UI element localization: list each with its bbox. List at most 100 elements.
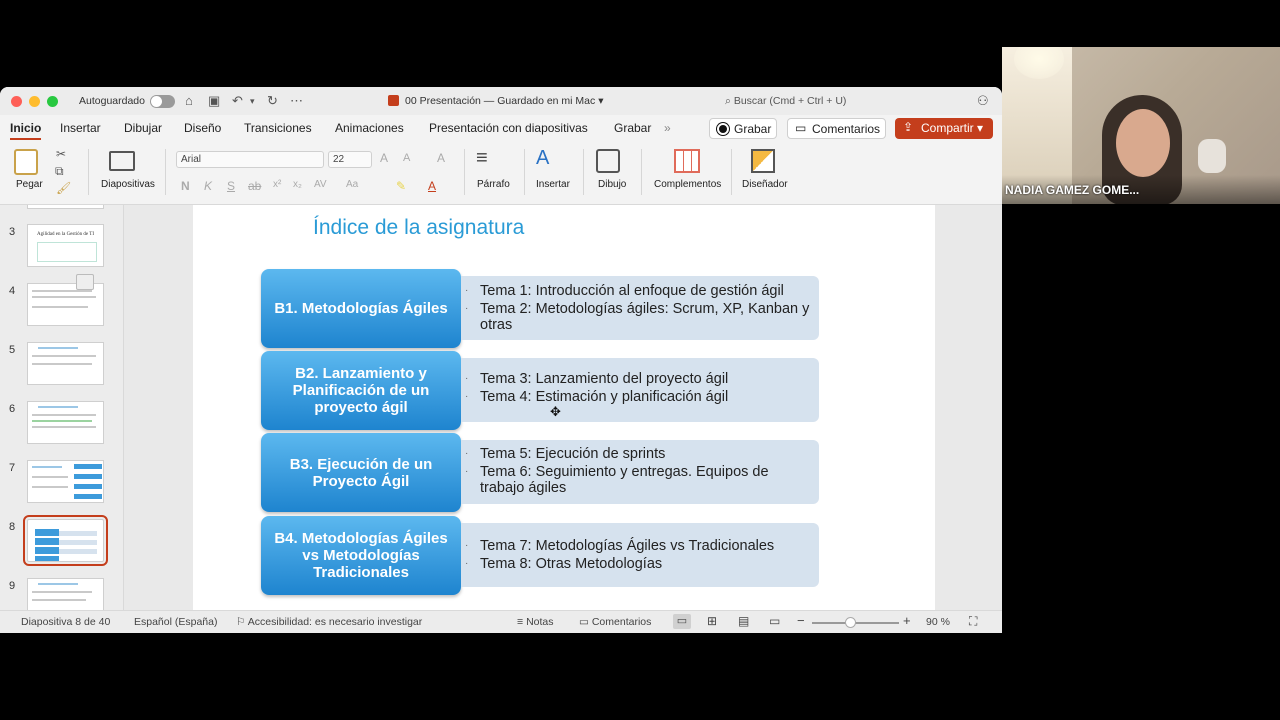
tab-presentacion[interactable]: Presentación con diapositivas xyxy=(429,121,588,135)
close-window-button[interactable] xyxy=(11,96,22,107)
zoom-window-button[interactable] xyxy=(47,96,58,107)
slide-thumbnail-7[interactable] xyxy=(27,460,104,503)
font-size-select[interactable]: 22 xyxy=(328,151,372,168)
block-b2[interactable]: B2. Lanzamiento y Planificación de un pr… xyxy=(261,351,461,430)
addins-label: Complementos xyxy=(654,179,722,190)
undo-icon[interactable]: ↶ xyxy=(232,93,243,109)
char-spacing-icon[interactable]: AV xyxy=(314,179,327,190)
redo-icon[interactable]: ↻ xyxy=(267,93,278,109)
copy-icon[interactable]: ⧉ xyxy=(55,164,64,179)
block-b1[interactable]: B1. Metodologías Ágiles xyxy=(261,269,461,348)
status-comments-button[interactable]: ▭ Comentarios xyxy=(579,616,651,628)
underline-icon[interactable]: S xyxy=(227,179,235,193)
block-b4-topics[interactable]: Tema 7: Metodologías Ágiles vs Tradicion… xyxy=(461,523,819,587)
comments-button[interactable]: ▭ Comentarios xyxy=(787,118,886,139)
more-tabs-icon[interactable]: » xyxy=(664,121,671,135)
slide-thumbnail-4[interactable] xyxy=(27,274,104,326)
home-icon[interactable]: ⌂ xyxy=(185,93,193,108)
account-icon[interactable]: ⚇ xyxy=(977,93,989,109)
share-label: Compartir xyxy=(921,121,974,135)
tab-inicio[interactable]: Inicio xyxy=(10,121,42,140)
minimize-window-button[interactable] xyxy=(29,96,40,107)
paragraph-icon[interactable]: ≡ xyxy=(476,147,488,170)
block-b4[interactable]: B4. Metodologías Ágiles vs Metodologías … xyxy=(261,516,461,595)
accessibility-status[interactable]: ⚐ Accesibilidad: es necesario investigar xyxy=(236,616,422,628)
sorter-view-icon[interactable]: ⊞ xyxy=(707,614,717,628)
tab-animaciones[interactable]: Animaciones xyxy=(335,121,404,135)
notes-icon: ≡ xyxy=(517,616,524,628)
paste-icon[interactable] xyxy=(14,149,38,175)
zoom-out-icon[interactable]: − xyxy=(797,613,805,628)
slide-thumbnails-pane[interactable]: 3 Agilidad en la Gestión de TI 4 5 6 7 8… xyxy=(0,205,124,610)
share-button[interactable]: ⇪ Compartir ▾ xyxy=(895,118,993,139)
person-hand xyxy=(1198,139,1226,173)
subscript-icon[interactable]: x₂ xyxy=(293,179,302,190)
block-b2-topics[interactable]: Tema 3: Lanzamiento del proyecto ágil Te… xyxy=(461,358,819,422)
clipboard-icon[interactable] xyxy=(76,274,94,290)
slide-thumbnail-5[interactable] xyxy=(27,342,104,385)
slide-canvas[interactable]: Índice de la asignatura B1. Metodologías… xyxy=(124,205,1002,610)
current-slide[interactable]: Índice de la asignatura B1. Metodologías… xyxy=(193,205,935,610)
highlight-icon[interactable]: ✎ xyxy=(396,179,406,193)
slide-thumbnail-8-selected[interactable] xyxy=(23,515,108,566)
mouse-cursor-icon: ✥ xyxy=(550,404,561,419)
fit-to-window-icon[interactable]: ⛶ xyxy=(969,614,977,629)
save-icon[interactable]: ▣ xyxy=(208,93,220,109)
tab-dibujar[interactable]: Dibujar xyxy=(124,121,162,135)
normal-view-icon[interactable]: ▭ xyxy=(673,614,691,629)
block-b3[interactable]: B3. Ejecución de un Proyecto Ágil xyxy=(261,433,461,512)
strikethrough-icon[interactable]: ab xyxy=(248,179,261,193)
increase-font-icon[interactable]: A xyxy=(380,151,388,165)
addins-icon[interactable] xyxy=(674,149,700,173)
italic-icon[interactable]: K xyxy=(204,179,212,193)
topic-item: Tema 6: Seguimiento y entregas. Equipos … xyxy=(465,464,815,496)
font-family-select[interactable]: Arial xyxy=(176,151,324,168)
tab-grabar[interactable]: Grabar xyxy=(614,121,651,135)
superscript-icon[interactable]: x² xyxy=(273,179,281,190)
tab-insertar[interactable]: Insertar xyxy=(60,121,101,135)
search-box[interactable]: ⌕ Buscar (Cmd + Ctrl + U) xyxy=(725,95,846,108)
thumb-number: 6 xyxy=(9,403,16,415)
decrease-font-icon[interactable]: A xyxy=(403,152,410,164)
insert-textbox-icon[interactable]: A xyxy=(536,147,549,170)
change-case-icon[interactable]: Aa xyxy=(346,179,358,190)
thumb-number: 3 xyxy=(9,226,16,238)
zoom-slider-thumb[interactable] xyxy=(845,617,856,628)
block-b3-topics[interactable]: Tema 5: Ejecución de sprints Tema 6: Seg… xyxy=(461,440,819,504)
topic-item: Tema 2: Metodologías ágiles: Scrum, XP, … xyxy=(465,301,815,333)
accessibility-label: Accesibilidad: es necesario investigar xyxy=(247,616,423,628)
slide-thumbnail-9[interactable] xyxy=(27,578,104,610)
designer-icon[interactable] xyxy=(751,149,775,173)
zoom-in-icon[interactable]: + xyxy=(903,613,911,628)
more-icon[interactable]: ⋯ xyxy=(290,93,303,109)
language-status[interactable]: Español (España) xyxy=(134,616,217,628)
ribbon-tabs: Inicio Insertar Dibujar Diseño Transicio… xyxy=(0,115,1002,143)
status-bar: Diapositiva 8 de 40 Español (España) ⚐ A… xyxy=(0,610,1002,633)
document-title[interactable]: 00 Presentación — Guardado en mi Mac ▾ xyxy=(388,95,603,107)
record-button[interactable]: Grabar xyxy=(709,118,777,139)
notes-button[interactable]: ≡ Notas xyxy=(517,616,554,628)
slide-thumbnail-6[interactable] xyxy=(27,401,104,444)
bold-icon[interactable]: N xyxy=(181,179,190,193)
block-b1-topics[interactable]: Tema 1: Introducción al enfoque de gesti… xyxy=(461,276,819,340)
slide-counter: Diapositiva 8 de 40 xyxy=(21,616,111,628)
slide-thumbnail-2[interactable] xyxy=(27,205,104,209)
slideshow-view-icon[interactable]: ▭ xyxy=(769,614,780,628)
new-slide-icon[interactable] xyxy=(109,151,135,171)
comments-label: Comentarios xyxy=(812,122,881,136)
cut-icon[interactable]: ✂ xyxy=(56,147,66,161)
zoom-level[interactable]: 90 % xyxy=(926,616,950,628)
format-painter-icon[interactable]: 🖌 xyxy=(56,181,71,195)
slide-title[interactable]: Índice de la asignatura xyxy=(313,216,524,240)
slide-thumbnail-3[interactable]: Agilidad en la Gestión de TI xyxy=(27,224,104,267)
reading-view-icon[interactable]: ▤ xyxy=(738,614,749,628)
draw-icon[interactable] xyxy=(596,149,620,173)
person-face xyxy=(1116,109,1170,177)
autosave-toggle[interactable] xyxy=(150,95,175,108)
undo-dropdown-icon[interactable]: ▾ xyxy=(250,96,255,107)
font-color-icon[interactable]: A xyxy=(428,179,436,193)
tab-diseno[interactable]: Diseño xyxy=(184,121,221,135)
thumb-number: 5 xyxy=(9,344,16,356)
tab-transiciones[interactable]: Transiciones xyxy=(244,121,312,135)
clear-format-icon[interactable]: A xyxy=(437,151,445,165)
